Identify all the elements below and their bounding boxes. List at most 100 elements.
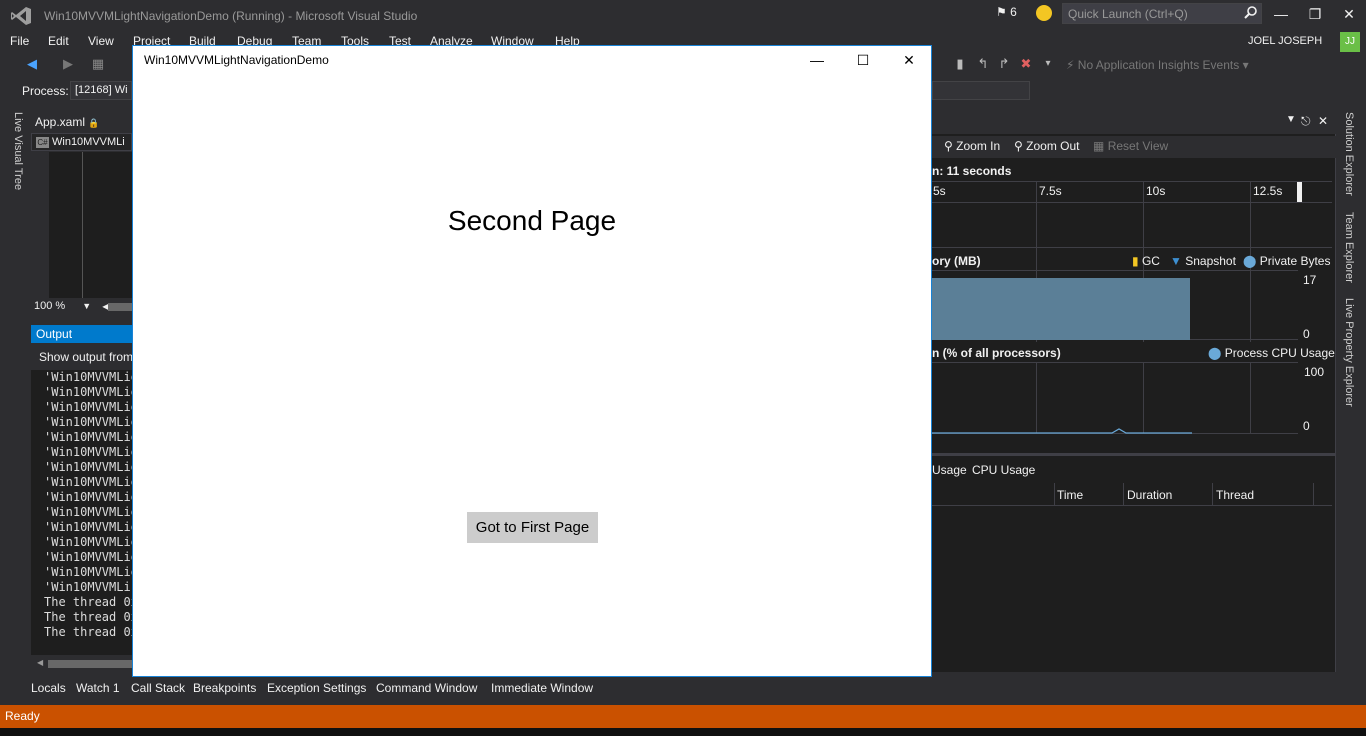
prev-bookmark-icon[interactable]: ↰ (975, 56, 991, 72)
chevron-down-icon: ▾ (1242, 58, 1249, 72)
flag-icon: ⚑ (996, 5, 1007, 19)
document-tab-app-xaml[interactable]: App.xaml 🔒 (31, 114, 132, 132)
vs-close-button[interactable]: ✕ (1337, 4, 1361, 24)
toolbar-overflow-icon[interactable]: ▾ (1040, 56, 1056, 72)
tab-immediate-window[interactable]: Immediate Window (491, 681, 593, 695)
grid-line (1250, 363, 1251, 433)
column-header-thread[interactable]: Thread (1216, 488, 1254, 502)
column-separator[interactable] (1212, 483, 1213, 505)
output-line: 'Win10MVVMLig (44, 535, 132, 549)
chevron-down-icon[interactable]: ▼ (1286, 114, 1296, 125)
output-line: 'Win10MVVMLig (44, 415, 132, 429)
tab-memory-usage[interactable]: Usage (932, 463, 967, 477)
app-close-button[interactable]: ✕ (897, 50, 921, 70)
menu-view[interactable]: View (88, 34, 114, 48)
output-scroll-thumb[interactable] (48, 660, 132, 668)
bookmark-icon[interactable]: ▮ (952, 56, 968, 72)
column-header-duration[interactable]: Duration (1127, 488, 1172, 502)
feedback-smiley-icon[interactable] (1036, 5, 1052, 21)
live-visual-tree-tab[interactable]: Live Visual Tree (8, 112, 24, 202)
tab-locals[interactable]: Locals (31, 681, 66, 695)
output-text-area[interactable]: 'Win10MVVMLig 'Win10MVVMLig 'Win10MVVMLig '… (31, 370, 132, 655)
csharp-icon: C# (36, 136, 49, 148)
back-icon[interactable]: ◀ (24, 56, 40, 72)
chevron-down-icon: ▼ (82, 301, 92, 311)
column-separator[interactable] (1313, 483, 1314, 505)
forward-icon[interactable]: ▶ (60, 56, 76, 72)
output-panel-header[interactable]: Output (31, 325, 132, 343)
search-icon[interactable] (1244, 5, 1258, 19)
legend-gc: ▮ GC (1132, 254, 1160, 268)
output-line: 'Win10MVVMLig (44, 475, 132, 489)
tab-breakpoints[interactable]: Breakpoints (193, 681, 256, 695)
app-window-title: Win10MVVMLightNavigationDemo (144, 53, 329, 67)
output-line: 'Win10MVVMLig (44, 565, 132, 579)
magnifier-plus-icon: ⚲ (944, 139, 953, 153)
tab-watch-1[interactable]: Watch 1 (76, 681, 120, 695)
panel-splitter[interactable] (932, 453, 1336, 456)
pin-icon[interactable]: ⎋ (1301, 114, 1311, 129)
cpu-axis-min: 0 (1303, 419, 1310, 433)
diagnostic-events-track[interactable] (932, 204, 1332, 248)
close-icon[interactable]: ✕ (1318, 114, 1328, 128)
cpu-usage-line (932, 428, 1192, 434)
menu-file[interactable]: File (10, 34, 29, 48)
document-navigation-bar[interactable]: C# Win10MVVMLi (31, 133, 132, 151)
status-bar: Ready (0, 705, 1366, 728)
output-line: 'Win10MVVMLig (44, 445, 132, 459)
timeline-tick: 10s (1146, 184, 1166, 198)
new-project-icon[interactable]: ▦ (90, 56, 106, 72)
column-header-time[interactable]: Time (1057, 488, 1083, 502)
reset-view-icon: ▦ (1093, 139, 1105, 153)
zoom-in-button[interactable]: ⚲ Zoom In (944, 139, 1000, 153)
debug-tool-tabs: Locals Watch 1 Call Stack Breakpoints Except… (31, 679, 931, 703)
grid-line (1143, 363, 1144, 433)
app-insights-icon: ⚡ (1066, 58, 1075, 72)
output-line: 'Win10MVVMLig (44, 385, 132, 399)
reset-view-button[interactable]: ▦ Reset View (1093, 139, 1168, 153)
process-memory-title: ory (MB) (932, 254, 981, 268)
menu-edit[interactable]: Edit (48, 34, 69, 48)
snapshot-marker-icon: ▼ (1170, 254, 1182, 268)
notifications-button[interactable]: ⚑ 6 (996, 5, 1017, 19)
output-line: 'Win10MVVMLi (44, 580, 131, 594)
column-separator[interactable] (1054, 483, 1055, 505)
tab-exception-settings[interactable]: Exception Settings (267, 681, 366, 695)
process-dropdown[interactable]: [12168] Wi (70, 81, 132, 100)
next-bookmark-icon[interactable]: ↱ (996, 56, 1012, 72)
live-property-explorer-tab[interactable]: Live Property Explorer (1343, 298, 1355, 407)
cpu-chart[interactable] (932, 362, 1298, 434)
quick-launch-input[interactable]: Quick Launch (Ctrl+Q) (1062, 3, 1262, 24)
visual-studio-logo-icon (11, 7, 31, 25)
output-line: 'Win10MVVMLig (44, 400, 132, 414)
zoom-out-button[interactable]: ⚲ Zoom Out (1014, 139, 1080, 153)
output-line: The thread 0x (44, 625, 132, 639)
solution-explorer-tab[interactable]: Solution Explorer (1343, 112, 1355, 196)
vs-restore-button[interactable]: ❐ (1303, 4, 1327, 24)
cpu-dot-icon: ⬤ (1208, 346, 1222, 360)
app-maximize-button[interactable]: ☐ (851, 50, 875, 70)
legend-snapshot: ▼ Snapshot (1170, 254, 1236, 268)
vs-minimize-button[interactable]: — (1269, 4, 1293, 24)
tab-cpu-usage[interactable]: CPU Usage (972, 463, 1035, 477)
status-text: Ready (5, 709, 40, 723)
column-separator[interactable] (1123, 483, 1124, 505)
user-account-name[interactable]: JOEL JOSEPH (1248, 35, 1322, 47)
tab-command-window[interactable]: Command Window (376, 681, 477, 695)
tab-call-stack[interactable]: Call Stack (131, 681, 185, 695)
vs-window-title: Win10MVVMLightNavigationDemo (Running) -… (44, 9, 418, 23)
clear-bookmarks-icon[interactable]: ✖ (1018, 56, 1034, 72)
memory-axis-max: 17 (1303, 273, 1317, 287)
output-line: The thread 0x (44, 595, 132, 609)
timeline-playhead[interactable] (1297, 182, 1302, 202)
cpu-usage-title: n (% of all processors) (932, 346, 1061, 360)
output-line: 'Win10MVVMLig (44, 520, 132, 534)
stack-frame-dropdown[interactable] (932, 81, 1030, 100)
app-minimize-button[interactable]: — (805, 50, 829, 70)
team-explorer-tab[interactable]: Team Explorer (1343, 212, 1355, 283)
designer-scrollbar[interactable] (108, 303, 132, 311)
go-to-first-page-button[interactable]: Got to First Page (467, 512, 598, 543)
app-insights-events[interactable]: ⚡ No Application Insights Events ▾ (1066, 58, 1249, 72)
avatar[interactable]: JJ (1340, 32, 1360, 52)
scroll-left-icon[interactable]: ◀ (37, 658, 43, 667)
